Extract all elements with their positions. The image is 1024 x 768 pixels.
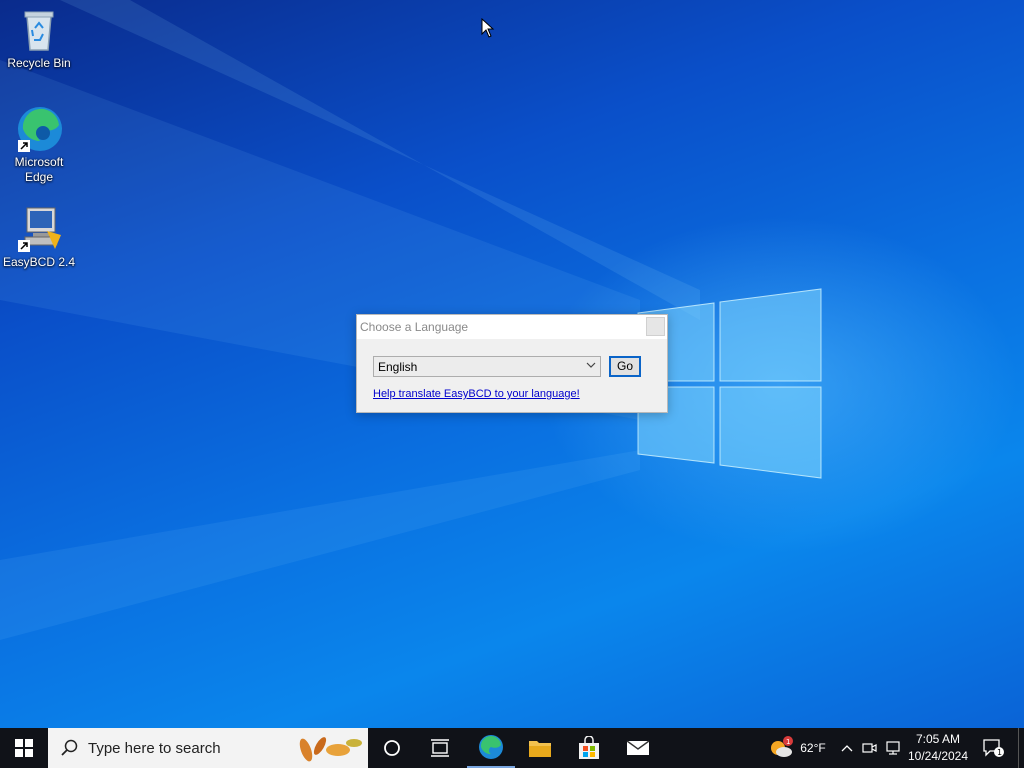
start-button[interactable] (0, 728, 48, 768)
recycle-bin-label: Recycle Bin (7, 56, 71, 70)
network-icon (886, 741, 900, 755)
go-button[interactable]: Go (609, 356, 641, 377)
cortana-circle-icon (384, 740, 400, 756)
clock-time: 7:05 AM (915, 732, 961, 746)
microsoft-edge-desktop-icon[interactable]: Microsoft Edge (1, 105, 77, 185)
easybcd-label: EasyBCD 2.4 (2, 255, 76, 269)
desktop: Recycle Bin Microsoft Edge EasyBCD 2.4 C… (0, 0, 1024, 728)
taskbar-edge-button[interactable] (467, 728, 515, 768)
chevron-down-icon (586, 362, 596, 368)
taskbar: Type here to search 1 62°F 7:05 AM 10/24… (0, 728, 1024, 768)
action-center-button[interactable]: 1 (978, 728, 1008, 768)
weather-temperature: 62°F (800, 741, 826, 755)
notification-count: 1 (997, 748, 1002, 757)
dialog-close-button[interactable] (646, 317, 665, 336)
language-select[interactable]: English (373, 356, 601, 377)
network-button[interactable] (883, 728, 903, 768)
recycle-bin-icon (15, 6, 63, 54)
show-desktop-button[interactable] (1018, 728, 1024, 768)
dialog-titlebar[interactable]: Choose a Language (357, 315, 667, 339)
taskbar-file-explorer-button[interactable] (516, 728, 564, 768)
chevron-up-icon (841, 745, 853, 752)
easybcd-desktop-icon[interactable]: EasyBCD 2.4 (1, 205, 77, 270)
taskbar-store-button[interactable] (565, 728, 613, 768)
weather-partly-sunny-icon: 1 (771, 736, 794, 757)
mail-icon (626, 740, 650, 755)
language-select-value: English (378, 360, 418, 374)
show-hidden-icons-button[interactable] (838, 728, 856, 768)
autumn-leaves-icon (299, 737, 362, 762)
edge-icon (15, 105, 63, 153)
clock-date: 10/24/2024 (907, 749, 969, 763)
choose-language-dialog: Choose a Language English Go Help transl… (356, 314, 668, 413)
recycle-bin-desktop-icon[interactable]: Recycle Bin (1, 6, 77, 71)
task-view-button[interactable] (418, 728, 462, 768)
mouse-cursor-icon (481, 18, 495, 38)
taskbar-mail-button[interactable] (614, 728, 662, 768)
camera-icon (862, 743, 877, 753)
notification-icon: 1 (983, 739, 1004, 757)
weather-widget[interactable]: 1 62°F (762, 728, 832, 768)
search-icon (61, 739, 78, 756)
easybcd-icon (15, 205, 63, 253)
folder-icon (529, 741, 551, 757)
taskbar-search-box[interactable]: Type here to search (48, 728, 368, 768)
dialog-title: Choose a Language (360, 320, 469, 334)
microsoft-edge-label: Microsoft Edge (14, 155, 64, 184)
taskbar-clock[interactable]: 7:05 AM 10/24/2024 (902, 731, 974, 765)
windows-start-icon (15, 739, 33, 757)
cortana-button[interactable] (370, 728, 414, 768)
weather-badge-count: 1 (786, 738, 790, 746)
edge-icon (479, 735, 503, 759)
store-bag-icon (579, 736, 599, 759)
meet-now-button[interactable] (860, 728, 880, 768)
search-placeholder: Type here to search (88, 740, 221, 757)
help-translate-link[interactable]: Help translate EasyBCD to your language! (373, 388, 580, 400)
task-view-icon (431, 739, 449, 757)
